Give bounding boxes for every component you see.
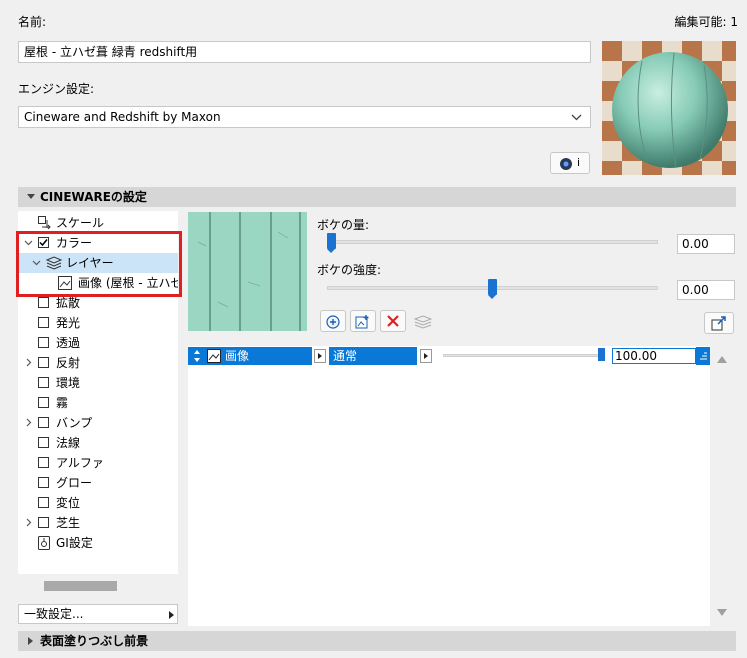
expand-icon bbox=[28, 637, 33, 645]
editable-status: 編集可能: 1 bbox=[674, 15, 739, 29]
tree-item-label: 発光 bbox=[56, 316, 81, 330]
layer-list bbox=[188, 346, 710, 626]
tree-item-label: 変位 bbox=[56, 496, 81, 510]
bokeh-amount-slider[interactable] bbox=[327, 240, 658, 244]
image-icon bbox=[207, 349, 221, 366]
fog-checkbox[interactable] bbox=[38, 397, 49, 408]
tree-scrollbar-thumb[interactable] bbox=[44, 581, 117, 591]
highlight-box bbox=[16, 231, 182, 297]
export-button[interactable] bbox=[704, 312, 734, 334]
bokeh-strength-label: ボケの強度: bbox=[317, 263, 382, 277]
material-preview bbox=[602, 41, 736, 175]
tree-item-scale[interactable]: スケール bbox=[18, 213, 178, 233]
info-button[interactable]: i bbox=[550, 152, 590, 174]
displacement-checkbox[interactable] bbox=[38, 497, 49, 508]
blend-mode-dropdown[interactable] bbox=[420, 349, 432, 363]
add-image-icon bbox=[355, 315, 369, 329]
cineware-icon bbox=[559, 157, 573, 174]
bokeh-amount-slider-thumb[interactable] bbox=[327, 233, 336, 253]
reflection-checkbox[interactable] bbox=[38, 357, 49, 368]
tree-item-gi-settings[interactable]: GI設定 bbox=[18, 533, 178, 553]
material-name-field[interactable]: 屋根 - 立ハゼ葺 緑青 redshift用 bbox=[18, 41, 591, 63]
diffuse-checkbox[interactable] bbox=[38, 297, 49, 308]
tree-item-grass[interactable]: 芝生 bbox=[18, 513, 178, 533]
layer-name-cell[interactable]: 画像 bbox=[188, 347, 312, 365]
add-shader-button[interactable] bbox=[320, 310, 346, 332]
collapse-icon bbox=[27, 194, 35, 199]
cineware-section-header[interactable]: CINEWAREの設定 bbox=[18, 187, 736, 207]
tree-item-alpha[interactable]: アルファ bbox=[18, 453, 178, 473]
tree-item-label: 環境 bbox=[56, 376, 81, 390]
layers-icon bbox=[413, 315, 433, 329]
drag-handle-icon bbox=[700, 352, 707, 360]
grass-checkbox[interactable] bbox=[38, 517, 49, 528]
layer-row-handle[interactable] bbox=[696, 347, 710, 365]
chevron-down-icon bbox=[571, 107, 582, 127]
luminance-checkbox[interactable] bbox=[38, 317, 49, 328]
engine-label: エンジン設定: bbox=[18, 82, 95, 96]
tree-item-label: 法線 bbox=[56, 436, 81, 450]
export-icon bbox=[711, 316, 726, 331]
tree-item-environment[interactable]: 環境 bbox=[18, 373, 178, 393]
tree-item-label: GI設定 bbox=[56, 536, 93, 550]
opacity-input[interactable]: 100.00 bbox=[612, 348, 696, 364]
info-label: i bbox=[577, 156, 581, 169]
tree-item-label: アルファ bbox=[56, 456, 104, 470]
tree-item-fog[interactable]: 霧 bbox=[18, 393, 178, 413]
layer-folder-button[interactable] bbox=[410, 310, 436, 332]
tree-item-label: 反射 bbox=[56, 356, 81, 370]
normal-checkbox[interactable] bbox=[38, 437, 49, 448]
name-label: 名前: bbox=[18, 15, 47, 29]
blend-mode-cell[interactable]: 通常 bbox=[329, 347, 417, 365]
tree-item-glow[interactable]: グロー bbox=[18, 473, 178, 493]
tree-item-label: グロー bbox=[56, 476, 93, 490]
blend-mode-value: 通常 bbox=[333, 349, 358, 363]
chevron-right-icon bbox=[169, 611, 174, 619]
opacity-slider-thumb[interactable] bbox=[598, 348, 605, 361]
transparency-checkbox[interactable] bbox=[38, 337, 49, 348]
tree-item-label: スケール bbox=[56, 216, 105, 230]
tree-item-transparency[interactable]: 透過 bbox=[18, 333, 178, 353]
tree-item-reflection[interactable]: 反射 bbox=[18, 353, 178, 373]
tree-item-luminance[interactable]: 発光 bbox=[18, 313, 178, 333]
tree-item-bump[interactable]: バンプ bbox=[18, 413, 178, 433]
bokeh-strength-slider-thumb[interactable] bbox=[488, 279, 497, 299]
engine-select-value: Cineware and Redshift by Maxon bbox=[24, 110, 221, 124]
cineware-section-title: CINEWAREの設定 bbox=[40, 190, 147, 204]
tree-item-normal[interactable]: 法線 bbox=[18, 433, 178, 453]
layer-expand-button[interactable] bbox=[314, 349, 326, 363]
surface-fill-section-title: 表面塗りつぶし前景 bbox=[40, 634, 149, 648]
bump-checkbox[interactable] bbox=[38, 417, 49, 428]
glow-checkbox[interactable] bbox=[38, 477, 49, 488]
texture-thumbnail bbox=[188, 212, 307, 331]
layer-name: 画像 bbox=[225, 349, 250, 363]
bokeh-amount-input[interactable]: 0.00 bbox=[677, 234, 735, 254]
tree-item-label: 霧 bbox=[56, 396, 69, 410]
delete-layer-button[interactable] bbox=[380, 310, 406, 332]
layer-row[interactable]: 画像 通常 100.00 bbox=[188, 347, 710, 365]
tree-item-label: 芝生 bbox=[56, 516, 81, 530]
tree-item-displacement[interactable]: 変位 bbox=[18, 493, 178, 513]
scroll-down-arrow[interactable] bbox=[717, 609, 727, 616]
alpha-checkbox[interactable] bbox=[38, 457, 49, 468]
surface-fill-section-header[interactable]: 表面塗りつぶし前景 bbox=[18, 631, 736, 651]
preset-select-value: 一致設定... bbox=[24, 607, 84, 621]
chevron-right-icon bbox=[318, 353, 322, 359]
opacity-value: 100.00 bbox=[615, 349, 657, 363]
bokeh-amount-label: ボケの量: bbox=[317, 218, 370, 232]
environment-checkbox[interactable] bbox=[38, 377, 49, 388]
add-image-button[interactable] bbox=[350, 310, 376, 332]
chevron-right-icon bbox=[424, 353, 428, 359]
updown-icon bbox=[193, 349, 201, 366]
delete-icon bbox=[387, 315, 399, 327]
engine-select[interactable]: Cineware and Redshift by Maxon bbox=[18, 106, 591, 128]
scroll-up-arrow[interactable] bbox=[717, 356, 727, 363]
gi-icon bbox=[38, 536, 50, 556]
preset-select[interactable]: 一致設定... bbox=[18, 604, 178, 624]
add-shader-icon bbox=[326, 315, 340, 329]
tree-item-label: バンプ bbox=[56, 416, 93, 430]
bokeh-strength-input[interactable]: 0.00 bbox=[677, 280, 735, 300]
tree-item-label: 透過 bbox=[56, 336, 81, 350]
opacity-slider[interactable] bbox=[443, 354, 603, 357]
